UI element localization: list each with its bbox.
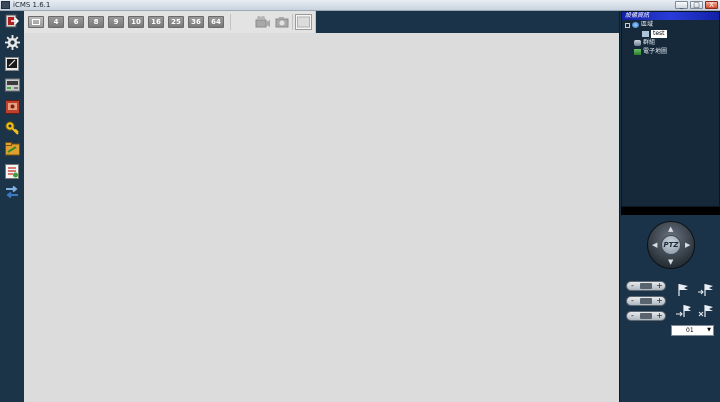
toolbar-separator — [292, 14, 293, 30]
right-panel: 設備資訊 區域 test 群組 電子地圖 ▲ ▼ ◀ ▶ PTZ - + - +… — [619, 11, 720, 402]
group-icon — [634, 40, 641, 46]
tree-item-test[interactable]: test — [642, 30, 667, 38]
app-icon — [1, 1, 10, 9]
playback-device-icon — [4, 78, 20, 92]
layout-64-button[interactable]: 64 — [208, 16, 224, 28]
ptz-down-arrow-icon[interactable]: ▼ — [668, 259, 673, 266]
layout-8-button[interactable]: 8 — [88, 16, 104, 28]
flag-delete-icon — [698, 305, 713, 317]
record-icon — [4, 100, 20, 114]
layout-10-button[interactable]: 10 — [128, 16, 144, 28]
layout-16-button[interactable]: 16 — [148, 16, 164, 28]
window-controls: _ □ X — [675, 1, 718, 9]
layout-6-button[interactable]: 6 — [68, 16, 84, 28]
playback-button[interactable] — [3, 76, 21, 94]
film-camera-icon — [255, 16, 270, 28]
set-preset-button[interactable] — [698, 283, 713, 297]
flag-icon — [678, 284, 688, 296]
maximize-button[interactable]: □ — [690, 1, 703, 9]
tree-item-area[interactable]: 區域 — [625, 21, 653, 29]
ptz-joystick[interactable]: ▲ ▼ ◀ ▶ PTZ — [647, 221, 695, 269]
layout-9-button[interactable]: 9 — [108, 16, 124, 28]
flag-goto-icon — [676, 305, 691, 317]
expand-toggle-icon — [625, 22, 630, 28]
snapshot-button[interactable] — [275, 15, 289, 29]
ptz-left-arrow-icon[interactable]: ◀ — [652, 242, 657, 249]
window-title: iCMS 1.6.1 — [13, 1, 51, 9]
toolbar-separator — [230, 14, 231, 30]
iris-icon — [640, 313, 652, 319]
device-tree-header: 設備資訊 — [622, 12, 719, 20]
focus-control: - + — [626, 296, 666, 306]
record-camera-button[interactable] — [255, 15, 271, 29]
preset-select[interactable]: 01 ▼ — [671, 325, 714, 336]
file-folder-icon — [4, 142, 20, 156]
file-button[interactable] — [3, 140, 21, 158]
switch-arrows-icon — [6, 186, 18, 198]
panel-divider — [621, 207, 720, 215]
fullscreen-button[interactable] — [295, 14, 312, 30]
layout-1-button[interactable] — [28, 16, 44, 28]
chevron-down-icon: ▼ — [707, 327, 711, 333]
ptz-right-arrow-icon[interactable]: ▶ — [685, 242, 690, 249]
title-bar: iCMS 1.6.1 _ □ X — [0, 0, 720, 11]
iris-control: - + — [626, 311, 666, 321]
video-display-area[interactable] — [24, 33, 619, 402]
key-icon — [5, 121, 19, 135]
single-screen-icon — [32, 19, 40, 25]
ptz-center-label[interactable]: PTZ — [661, 235, 681, 255]
view-button[interactable] — [3, 55, 21, 73]
snapshot-camera-icon — [275, 17, 289, 28]
focus-icon — [640, 298, 652, 304]
record-button[interactable] — [3, 98, 21, 116]
device-camera-icon — [642, 31, 649, 37]
iris-open-button[interactable]: + — [655, 312, 664, 320]
device-tree: 設備資訊 區域 test 群組 電子地圖 — [621, 11, 720, 207]
area-globe-icon — [632, 22, 639, 28]
close-button[interactable]: X — [705, 1, 718, 9]
preset-flag-button[interactable] — [676, 283, 690, 297]
user-key-button[interactable] — [3, 119, 21, 137]
preset-select-value: 01 — [686, 327, 694, 334]
settings-gear-icon — [4, 34, 20, 50]
focus-near-button[interactable]: - — [628, 297, 637, 305]
view-layout-toolbar: 4 6 8 9 10 16 25 36 64 — [24, 11, 316, 34]
switch-button[interactable] — [3, 183, 21, 201]
log-button[interactable] — [3, 162, 21, 180]
minimize-button[interactable]: _ — [675, 1, 688, 9]
zoom-control: - + — [626, 281, 666, 291]
emap-icon — [634, 49, 641, 55]
layout-4-button[interactable]: 4 — [48, 16, 64, 28]
zoom-in-button[interactable]: + — [655, 282, 664, 290]
settings-button[interactable] — [3, 33, 21, 51]
exit-button[interactable] — [3, 12, 21, 30]
layout-36-button[interactable]: 36 — [188, 16, 204, 28]
zoom-out-button[interactable]: - — [628, 282, 637, 290]
fullscreen-icon — [295, 14, 312, 30]
zoom-icon — [640, 283, 652, 289]
ptz-up-arrow-icon[interactable]: ▲ — [668, 226, 673, 233]
log-document-icon — [5, 163, 19, 179]
view-monitor-icon — [5, 57, 19, 71]
tree-item-group[interactable]: 群組 — [634, 39, 655, 47]
layout-25-button[interactable]: 25 — [168, 16, 184, 28]
goto-preset-button[interactable] — [676, 304, 691, 318]
left-toolbar — [0, 11, 25, 402]
tree-item-emap[interactable]: 電子地圖 — [634, 48, 667, 56]
focus-far-button[interactable]: + — [655, 297, 664, 305]
exit-icon — [5, 14, 19, 28]
delete-preset-button[interactable] — [698, 304, 713, 318]
iris-close-button[interactable]: - — [628, 312, 637, 320]
flag-set-icon — [698, 284, 713, 296]
